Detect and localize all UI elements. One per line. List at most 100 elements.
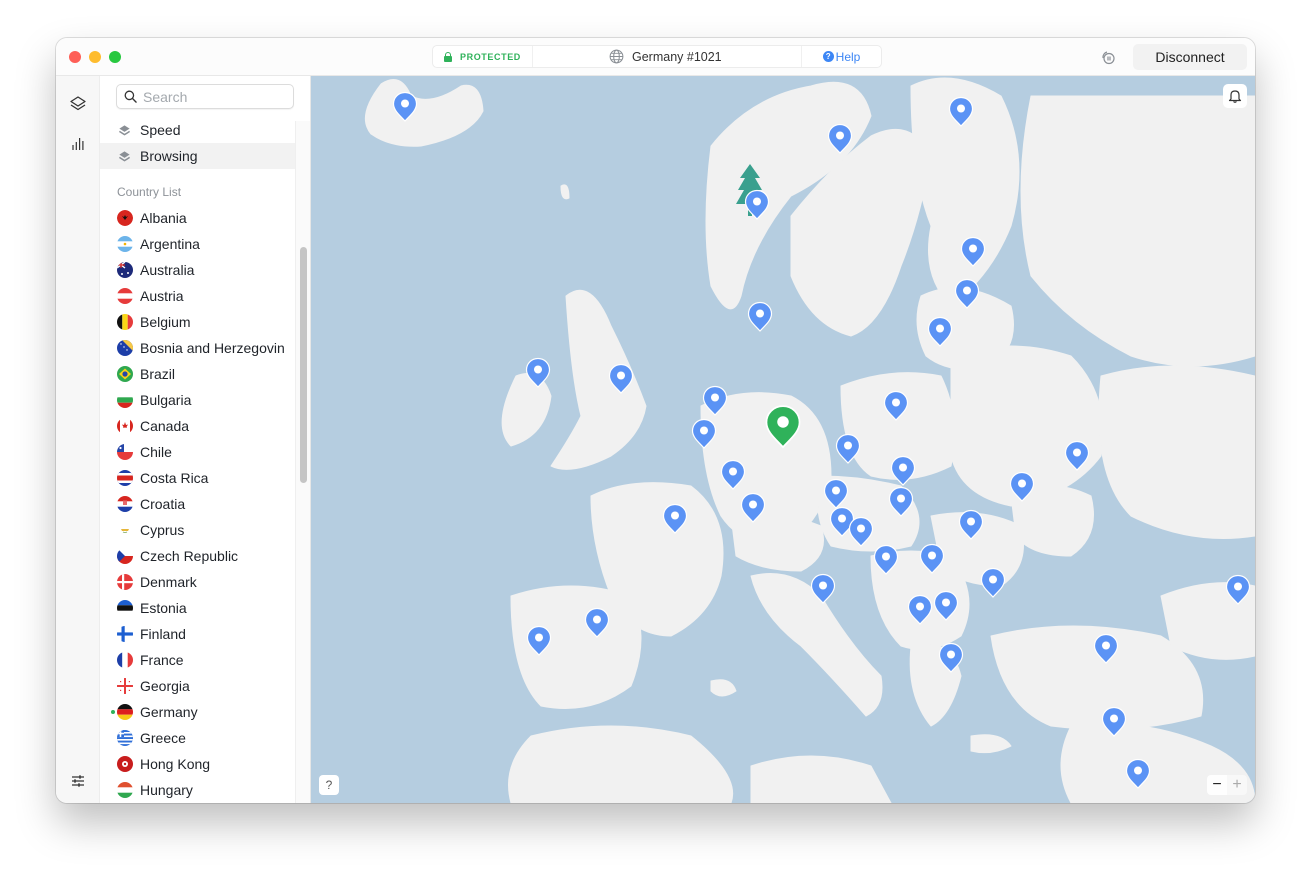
country-item-bulgaria[interactable]: Bulgaria xyxy=(100,387,295,413)
server-pin[interactable] xyxy=(691,418,717,450)
list-scrollbar[interactable] xyxy=(295,121,310,803)
country-item-czech[interactable]: Czech Republic xyxy=(100,543,295,569)
server-pin[interactable] xyxy=(392,91,418,123)
server-pin[interactable] xyxy=(608,363,634,395)
server-pin[interactable] xyxy=(740,492,766,524)
brazil-flag-icon xyxy=(117,366,133,382)
server-pin[interactable] xyxy=(584,607,610,639)
rail-settings-button[interactable] xyxy=(68,771,88,791)
argentina-flag-icon xyxy=(117,236,133,252)
country-label: Australia xyxy=(140,262,195,278)
rail-presets-button[interactable] xyxy=(68,94,88,114)
help-link[interactable]: ? Help xyxy=(801,46,881,67)
server-pin[interactable] xyxy=(958,509,984,541)
server-pin[interactable] xyxy=(835,433,861,465)
land-small-island xyxy=(710,679,737,697)
close-window-button[interactable] xyxy=(69,51,81,63)
server-map[interactable]: ? − + xyxy=(311,76,1255,803)
country-item-hungary[interactable]: Hungary xyxy=(100,777,295,803)
server-pin[interactable] xyxy=(1225,574,1251,606)
country-item-chile[interactable]: Chile xyxy=(100,439,295,465)
country-item-australia[interactable]: Australia xyxy=(100,257,295,283)
search-field[interactable] xyxy=(116,84,294,109)
country-item-france[interactable]: France xyxy=(100,647,295,673)
server-pin[interactable] xyxy=(744,189,770,221)
country-label: Costa Rica xyxy=(140,470,209,486)
server-pin[interactable] xyxy=(927,316,953,348)
country-item-georgia[interactable]: Georgia xyxy=(100,673,295,699)
hongkong-flag-icon xyxy=(117,756,133,772)
pause-connection-icon[interactable] xyxy=(1100,49,1116,65)
country-label: Argentina xyxy=(140,236,200,252)
country-item-argentina[interactable]: Argentina xyxy=(100,231,295,257)
land-north-africa xyxy=(508,725,734,803)
disconnect-button[interactable]: Disconnect xyxy=(1133,44,1247,70)
lock-icon xyxy=(444,52,452,62)
notifications-button[interactable] xyxy=(1223,84,1247,108)
zoom-in-button[interactable]: + xyxy=(1227,775,1247,795)
country-item-estonia[interactable]: Estonia xyxy=(100,595,295,621)
country-item-canada[interactable]: Canada xyxy=(100,413,295,439)
server-pin[interactable] xyxy=(662,503,688,535)
country-item-belgium[interactable]: Belgium xyxy=(100,309,295,335)
preset-item-speed[interactable]: Speed xyxy=(100,117,295,143)
zoom-window-button[interactable] xyxy=(109,51,121,63)
country-label: Georgia xyxy=(140,678,190,694)
connected-server-pin[interactable] xyxy=(764,404,802,450)
server-pin[interactable] xyxy=(1009,471,1035,503)
server-pin[interactable] xyxy=(938,642,964,674)
scrollbar-thumb[interactable] xyxy=(300,247,307,483)
server-pin[interactable] xyxy=(1125,758,1151,790)
server-pin[interactable] xyxy=(980,567,1006,599)
australia-flag-icon xyxy=(117,262,133,278)
server-pin[interactable] xyxy=(747,301,773,333)
server-pin[interactable] xyxy=(720,459,746,491)
server-pin[interactable] xyxy=(933,590,959,622)
country-label: Croatia xyxy=(140,496,186,512)
current-server[interactable]: Germany #1021 xyxy=(533,46,801,67)
server-pin[interactable] xyxy=(810,573,836,605)
server-pin[interactable] xyxy=(888,486,914,518)
country-item-brazil[interactable]: Brazil xyxy=(100,361,295,387)
server-pin[interactable] xyxy=(1064,440,1090,472)
country-item-hongkong[interactable]: Hong Kong xyxy=(100,751,295,777)
country-item-denmark[interactable]: Denmark xyxy=(100,569,295,595)
server-pin[interactable] xyxy=(526,625,552,657)
server-pin[interactable] xyxy=(525,357,551,389)
bulgaria-flag-icon xyxy=(117,392,133,408)
server-pin[interactable] xyxy=(1093,633,1119,665)
country-item-albania[interactable]: Albania xyxy=(100,205,295,231)
server-pin[interactable] xyxy=(702,385,728,417)
server-pin[interactable] xyxy=(1101,706,1127,738)
rail-stats-button[interactable] xyxy=(68,134,88,154)
server-pin[interactable] xyxy=(890,455,916,487)
country-item-bosnia[interactable]: Bosnia and Herzegovin xyxy=(100,335,295,361)
search-input[interactable] xyxy=(143,88,283,105)
country-item-cyprus[interactable]: Cyprus xyxy=(100,517,295,543)
country-label: Austria xyxy=(140,288,184,304)
server-pin[interactable] xyxy=(848,516,874,548)
country-item-greece[interactable]: Greece xyxy=(100,725,295,751)
country-item-germany[interactable]: Germany xyxy=(100,699,295,725)
server-pin[interactable] xyxy=(873,544,899,576)
server-pin[interactable] xyxy=(827,123,853,155)
server-pin[interactable] xyxy=(907,594,933,626)
server-pin[interactable] xyxy=(883,390,909,422)
server-pin[interactable] xyxy=(919,543,945,575)
sidebar: Speed Browsing Country List Albania Argent… xyxy=(100,76,311,803)
minimize-window-button[interactable] xyxy=(89,51,101,63)
country-item-croatia[interactable]: Croatia xyxy=(100,491,295,517)
server-pin[interactable] xyxy=(960,236,986,268)
zoom-out-button[interactable]: − xyxy=(1207,775,1227,795)
server-pin[interactable] xyxy=(948,96,974,128)
greece-flag-icon xyxy=(117,730,133,746)
country-item-austria[interactable]: Austria xyxy=(100,283,295,309)
map-help-button[interactable]: ? xyxy=(319,775,339,795)
country-label: Estonia xyxy=(140,600,187,616)
country-label: Czech Republic xyxy=(140,548,239,564)
country-item-finland[interactable]: Finland xyxy=(100,621,295,647)
preset-item-browsing[interactable]: Browsing xyxy=(100,143,295,169)
server-pin[interactable] xyxy=(954,278,980,310)
country-label: Belgium xyxy=(140,314,191,330)
country-item-costarica[interactable]: Costa Rica xyxy=(100,465,295,491)
